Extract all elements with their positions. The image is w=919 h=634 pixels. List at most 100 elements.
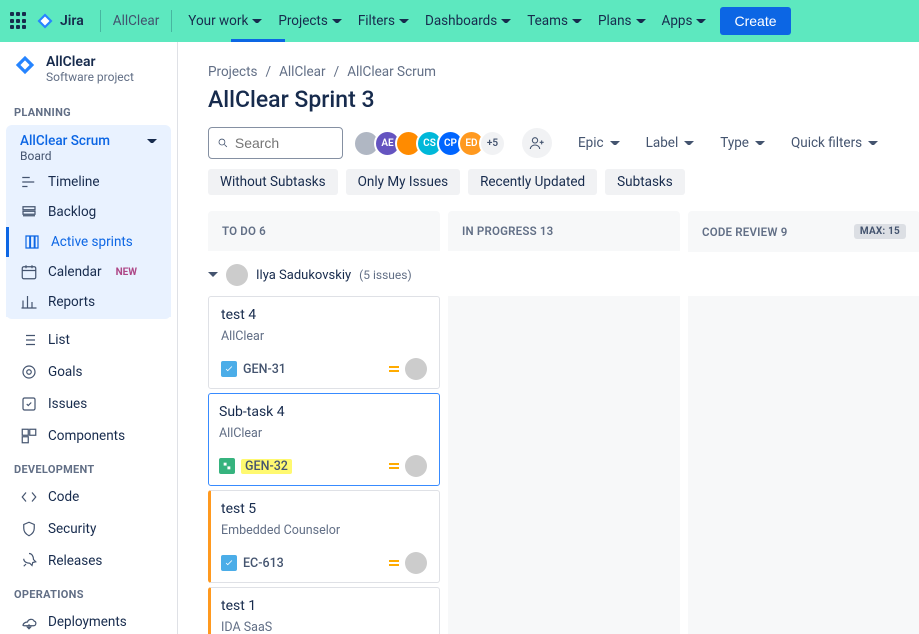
separator — [171, 10, 172, 32]
card-title: test 5 — [221, 501, 427, 517]
page-title: AllClear Sprint 3 — [178, 86, 919, 127]
backlog-icon — [20, 203, 38, 221]
issues-icon — [20, 395, 38, 413]
chip-without-subtasks[interactable]: Without Subtasks — [208, 169, 338, 195]
sidebar-item-label: Reports — [48, 294, 95, 310]
sidebar-item-code[interactable]: Code — [6, 482, 171, 512]
sidebar-item-label: Issues — [48, 396, 87, 412]
swimlane-header[interactable]: Ilya Sadukovskiy (5 issues) — [208, 252, 889, 296]
sidebar-item-label: Calendar — [48, 264, 102, 280]
breadcrumb-sep: / — [334, 64, 340, 80]
card-assignee-avatar[interactable] — [405, 358, 427, 380]
sidebar: AllClear Software project PLANNING AllCl… — [0, 42, 178, 634]
board-icon — [23, 233, 41, 251]
breadcrumb-item[interactable]: AllClear Scrum — [347, 64, 436, 80]
card-is-1185[interactable]: test 1IDA SaaSIS-1185 — [208, 587, 440, 634]
sidebar-section-planning: PLANNING — [0, 96, 177, 123]
lane-empty-codereview[interactable] — [688, 296, 919, 634]
sidebar-item-deployments[interactable]: Deployments — [6, 607, 171, 634]
avatar-overflow[interactable]: +5 — [479, 130, 506, 157]
chip-only-my-issues[interactable]: Only My Issues — [346, 169, 460, 195]
tenant-name[interactable]: AllClear — [92, 10, 181, 32]
priority-medium-icon — [389, 366, 399, 372]
topnav-dashboards[interactable]: Dashboards — [425, 13, 511, 29]
new-badge: NEW — [116, 267, 137, 278]
column-header-code-review[interactable]: CODE REVIEW 9MAX: 15 — [688, 211, 919, 252]
code-icon — [20, 488, 38, 506]
column-max-badge: MAX: 15 — [854, 224, 906, 239]
sidebar-item-label: Backlog — [48, 204, 96, 220]
board-scroll: TO DO 6IN PROGRESS 13CODE REVIEW 9MAX: 1… — [178, 211, 919, 634]
priority-medium-icon — [389, 560, 399, 566]
topnav-projects[interactable]: Projects — [278, 13, 342, 29]
card-assignee-avatar[interactable] — [405, 455, 427, 477]
topbar: Jira AllClear Your work Projects Filters Da… — [0, 0, 919, 42]
card-assignee-avatar[interactable] — [405, 552, 427, 574]
filter-quick-filters[interactable]: Quick filters — [791, 135, 878, 151]
sidebar-item-label: Deployments — [48, 614, 127, 630]
search-input[interactable] — [235, 135, 334, 151]
swimlane-avatar — [226, 264, 248, 286]
chevron-down-icon — [755, 138, 765, 148]
sidebar-item-calendar[interactable]: Calendar NEW — [6, 257, 171, 287]
task-type-icon — [221, 555, 237, 571]
card-gen-32[interactable]: Sub-task 4AllClearGEN-32 — [208, 393, 440, 486]
card-project: IDA SaaS — [221, 620, 427, 634]
sidebar-item-reports[interactable]: Reports — [6, 287, 171, 317]
add-people-button[interactable] — [522, 128, 552, 158]
topnav-teams[interactable]: Teams — [527, 13, 582, 29]
app-switcher-icon[interactable] — [10, 12, 28, 30]
column-header-in-progress[interactable]: IN PROGRESS 13 — [448, 211, 680, 251]
sidebar-item-list[interactable]: List — [6, 325, 171, 355]
card-key: GEN-32 — [241, 459, 292, 474]
sidebar-item-timeline[interactable]: Timeline — [6, 167, 171, 197]
card-title: test 1 — [221, 598, 427, 614]
projects-underline — [231, 39, 285, 42]
sidebar-item-active-sprints[interactable]: Active sprints — [6, 227, 171, 257]
topnav-plans[interactable]: Plans — [598, 13, 646, 29]
search-input-wrap[interactable] — [208, 127, 343, 159]
chevron-down-icon — [572, 16, 582, 26]
goals-icon — [20, 363, 38, 381]
chevron-down-icon — [868, 138, 878, 148]
breadcrumb-item[interactable]: Projects — [208, 64, 258, 80]
quick-filter-chips: Without Subtasks Only My Issues Recently U… — [178, 169, 919, 211]
priority-medium-icon — [389, 463, 399, 469]
main-content: Projects/AllClear/AllClear Scrum AllClea… — [178, 42, 919, 634]
person-plus-icon — [529, 135, 545, 151]
project-icon — [14, 54, 36, 76]
sidebar-item-releases[interactable]: Releases — [6, 546, 171, 576]
column-header-to-do[interactable]: TO DO 6 — [208, 211, 440, 251]
card-ec-613[interactable]: test 5Embedded CounselorEC-613 — [208, 490, 440, 583]
sidebar-item-label: List — [48, 332, 70, 348]
topnav-your-work[interactable]: Your work — [188, 13, 262, 29]
sidebar-project-header[interactable]: AllClear Software project — [0, 52, 177, 96]
filter-type[interactable]: Type — [720, 135, 765, 151]
chevron-down-icon — [696, 16, 706, 26]
swimlane-count: (5 issues) — [359, 268, 411, 282]
filter-epic[interactable]: Epic — [578, 135, 620, 151]
breadcrumb-item[interactable]: AllClear — [279, 64, 326, 80]
card-gen-31[interactable]: test 4AllClearGEN-31 — [208, 296, 440, 389]
create-button[interactable]: Create — [720, 7, 790, 35]
sidebar-item-label: Goals — [48, 364, 83, 380]
board-sub: Board — [20, 149, 52, 163]
topnav-filters[interactable]: Filters — [358, 13, 409, 29]
sidebar-item-components[interactable]: Components — [6, 421, 171, 451]
sidebar-item-backlog[interactable]: Backlog — [6, 197, 171, 227]
lane-empty-inprogress[interactable] — [448, 296, 680, 634]
breadcrumb: Projects/AllClear/AllClear Scrum — [178, 42, 919, 86]
sidebar-board-selector[interactable]: AllClear Scrum Board — [6, 125, 171, 167]
topnav-apps[interactable]: Apps — [662, 13, 707, 29]
filter-label[interactable]: Label — [646, 135, 695, 151]
card-key: EC-613 — [243, 556, 284, 571]
sidebar-item-issues[interactable]: Issues — [6, 389, 171, 419]
chip-recently-updated[interactable]: Recently Updated — [468, 169, 597, 195]
jira-logo[interactable]: Jira — [36, 12, 84, 30]
chevron-down-icon — [610, 138, 620, 148]
sidebar-item-security[interactable]: Security — [6, 514, 171, 544]
sidebar-item-goals[interactable]: Goals — [6, 357, 171, 387]
sidebar-item-label: Timeline — [48, 174, 100, 190]
chevron-down-icon — [636, 16, 646, 26]
chip-subtasks[interactable]: Subtasks — [605, 169, 685, 195]
